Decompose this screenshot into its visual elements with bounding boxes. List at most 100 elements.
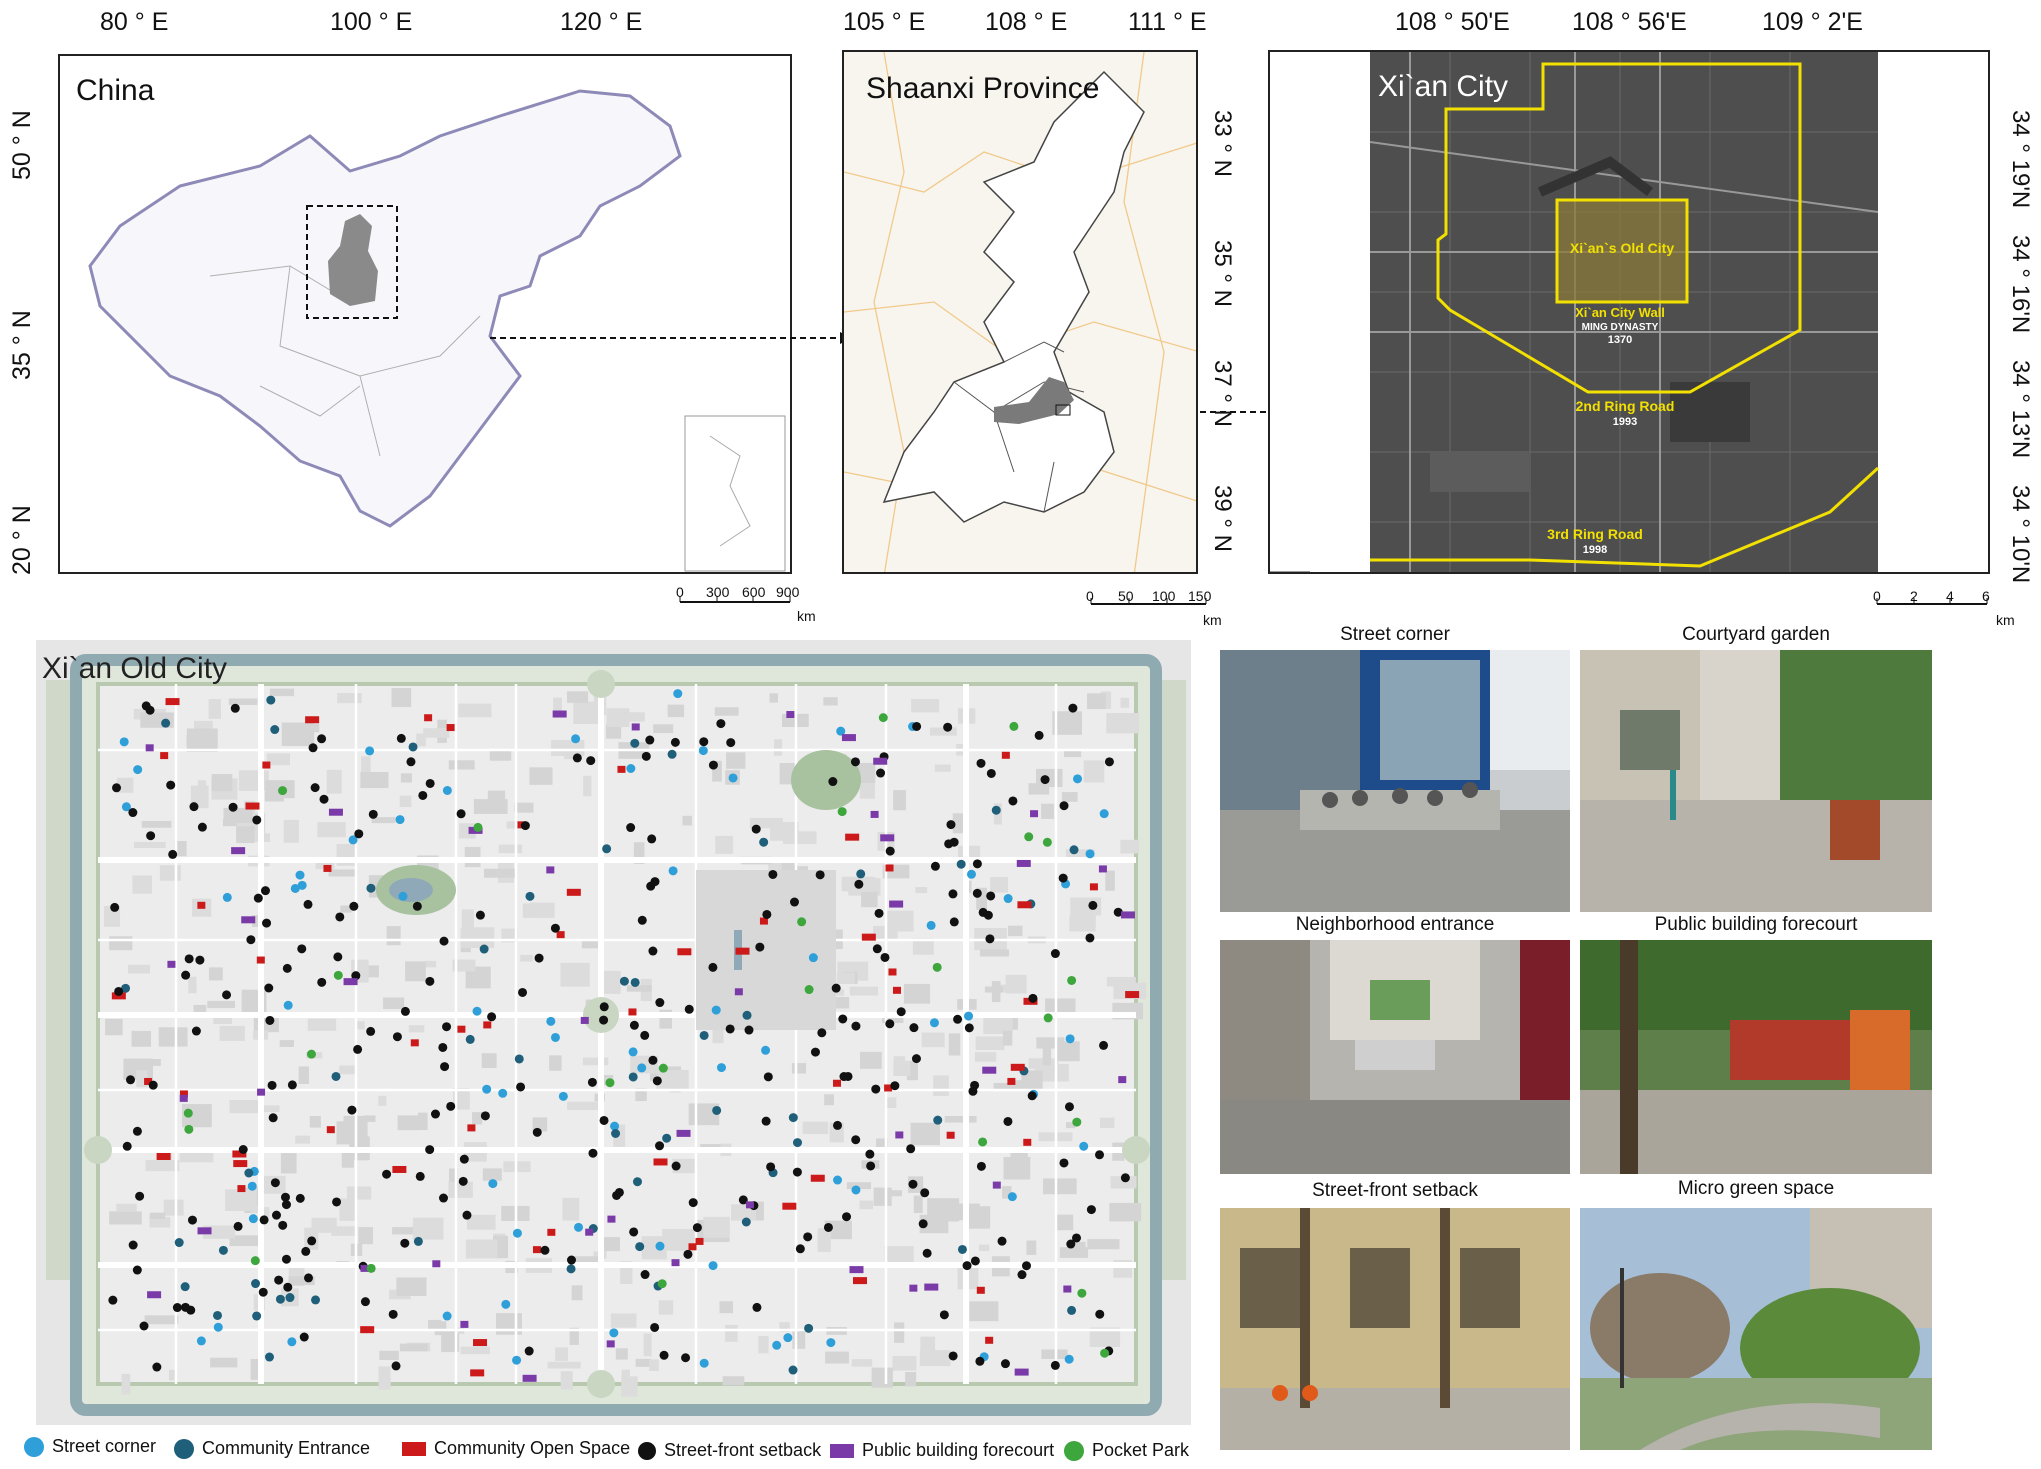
building-block xyxy=(824,1094,834,1106)
street-front-setback-point xyxy=(1027,1091,1037,1101)
community-entrance-point xyxy=(991,805,1001,815)
street-front-setback-point xyxy=(262,918,272,928)
street-corner-point xyxy=(699,1358,709,1368)
community-open-space-point xyxy=(233,1160,248,1168)
building-block xyxy=(903,983,931,1004)
street-front-setback-point xyxy=(152,1362,162,1372)
shaanxi-scale-label: 0 xyxy=(1086,588,1094,604)
community-open-space-point xyxy=(556,931,565,939)
street-front-setback-point xyxy=(986,891,996,901)
street-front-setback-point xyxy=(803,1232,813,1242)
street-front-setback-point xyxy=(975,1356,985,1366)
community-open-space-point xyxy=(861,933,876,941)
building-block xyxy=(163,1199,184,1216)
street-front-setback-point xyxy=(391,1361,401,1371)
community-entrance-point xyxy=(514,1054,524,1064)
street-front-setback-point xyxy=(238,1145,248,1155)
street-front-setback-point xyxy=(446,1101,456,1111)
building-block xyxy=(269,688,295,697)
building-block xyxy=(396,1277,427,1297)
xian-scale-label: 0 xyxy=(1873,588,1881,604)
photo-courtyard-garden xyxy=(1580,650,1932,912)
building-block xyxy=(643,1333,652,1357)
building-block xyxy=(105,1018,123,1036)
street-front-setback-point xyxy=(1088,900,1098,910)
photo-title: Public building forecourt xyxy=(1654,914,1858,935)
community-entrance-point xyxy=(174,1238,184,1248)
legend-swatch xyxy=(174,1438,194,1459)
building-block xyxy=(571,1285,583,1301)
building-block xyxy=(1008,925,1023,937)
pocket-park-point xyxy=(1009,721,1019,731)
building-block xyxy=(1054,1214,1074,1231)
street-front-setback-point xyxy=(480,1111,490,1121)
legend-label: Street corner xyxy=(52,1436,157,1456)
building-block xyxy=(1106,712,1140,734)
street-front-setback-point xyxy=(332,1197,342,1207)
street-front-setback-point xyxy=(278,1220,288,1230)
street-corner-point xyxy=(655,1241,665,1251)
building-block xyxy=(328,869,356,877)
street-front-setback-point xyxy=(645,735,655,745)
community-entrance-point xyxy=(630,977,640,987)
street-corner-point xyxy=(558,1091,568,1101)
building-block xyxy=(555,1347,569,1361)
street-front-setback-point xyxy=(430,1109,440,1119)
street-front-setback-point xyxy=(939,1310,949,1320)
street-front-setback-point xyxy=(588,1148,598,1158)
building-block xyxy=(337,693,362,704)
street-front-setback-point xyxy=(872,944,882,954)
street-front-setback-point xyxy=(299,1332,309,1342)
public-building-forecourt-point xyxy=(909,1284,918,1292)
building-block xyxy=(566,691,589,703)
shaanxi-title: Shaanxi Province xyxy=(866,72,1100,105)
legend-item-pocket-park: Pocket Park xyxy=(1064,1440,1189,1461)
street-corner-point xyxy=(222,892,232,902)
street-front-setback-point xyxy=(839,1072,849,1082)
street-front-setback-point xyxy=(439,936,449,946)
street-front-setback-point xyxy=(532,1127,542,1137)
street-front-setback-point xyxy=(1064,1102,1074,1112)
building-block xyxy=(969,1301,999,1322)
street-corner-point xyxy=(196,1336,206,1346)
street-front-setback-point xyxy=(1059,801,1069,811)
public-building-forecourt-point xyxy=(241,916,256,924)
xian-title: Xi`an City xyxy=(1378,70,1509,103)
street-front-setback-point xyxy=(191,1026,201,1036)
public-building-forecourt-point xyxy=(1098,865,1107,873)
community-entrance-point xyxy=(628,1072,638,1082)
community-open-space-point xyxy=(256,956,265,964)
community-open-space-point xyxy=(446,724,455,732)
xian-y-tick: 34 ° 13'N xyxy=(2007,360,2034,459)
street-front-setback-point xyxy=(400,1238,410,1248)
street-front-setback-point xyxy=(264,983,274,993)
building-block xyxy=(905,1371,917,1387)
china-x-tick: 120 ° E xyxy=(560,8,643,36)
community-open-space-point xyxy=(1007,1077,1016,1085)
legend-item-public-building-forecourt: Public building forecourt xyxy=(830,1440,1054,1461)
street-front-setback-point xyxy=(648,1055,658,1065)
building-block xyxy=(549,1055,562,1071)
street-front-setback-point xyxy=(1066,1239,1076,1249)
city-wall-label: Xi`an City Wall xyxy=(1575,305,1665,320)
street-front-setback-point xyxy=(851,1021,861,1031)
pocket-park-point xyxy=(1043,1013,1053,1023)
building-block xyxy=(769,693,778,703)
street-front-setback-point xyxy=(874,908,884,918)
shaanxi-map-graphic xyxy=(844,52,1196,572)
building-block xyxy=(860,1051,882,1069)
building-block xyxy=(567,1101,600,1111)
street-front-setback-point xyxy=(540,1245,550,1255)
street-front-setback-point xyxy=(233,1221,243,1231)
old-city-map-graphic xyxy=(36,640,1191,1425)
street-front-setback-point xyxy=(1008,796,1018,806)
street-corner-point xyxy=(808,953,818,963)
building-block xyxy=(715,835,734,854)
building-block xyxy=(339,1198,356,1221)
community-entrance-point xyxy=(264,1352,274,1362)
street-front-setback-point xyxy=(282,963,292,973)
building-block xyxy=(448,760,475,770)
building-block xyxy=(606,708,630,727)
community-entrance-point xyxy=(251,1279,261,1289)
building-block xyxy=(1086,693,1106,710)
